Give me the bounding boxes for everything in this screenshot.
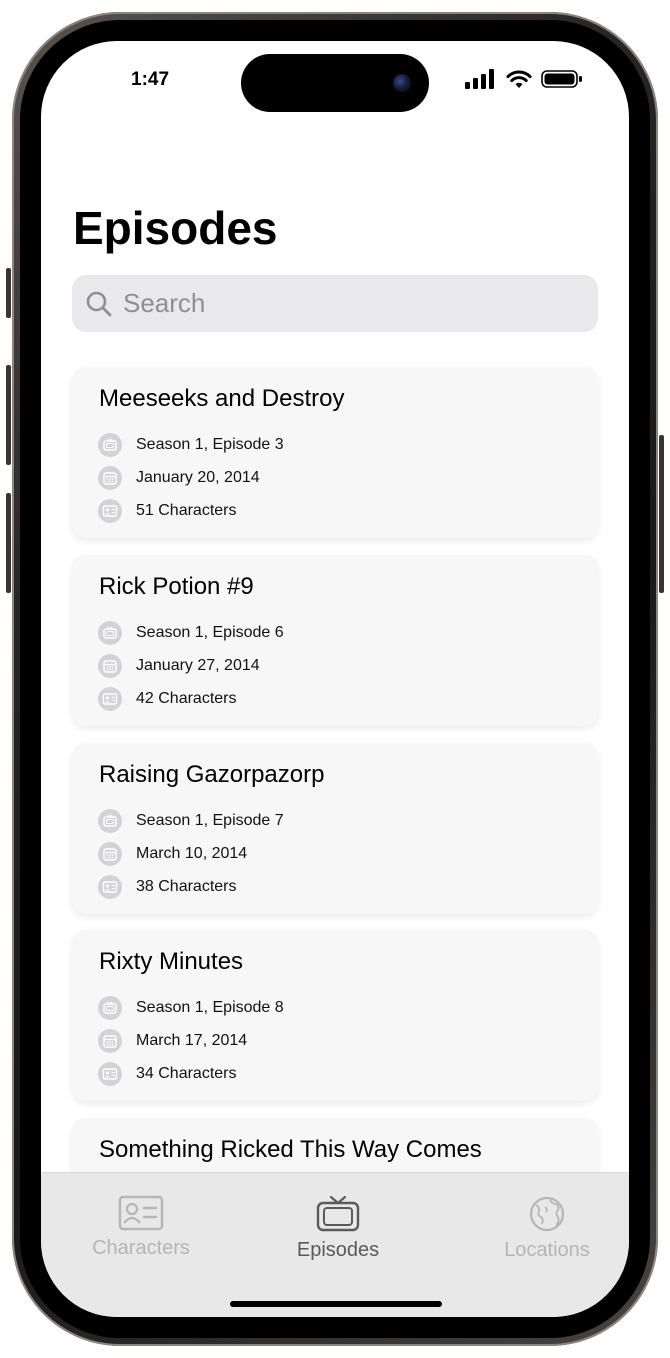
episode-title: Raising Gazorpazorp	[99, 761, 325, 788]
page-title: Episodes	[73, 202, 278, 254]
character-count: 42 Characters	[136, 690, 237, 707]
screen: 1:47 Episodes Meeseeks and Destroy	[41, 41, 629, 1317]
status-time: 1:47	[131, 69, 170, 90]
episode-number: Season 1, Episode 3	[136, 436, 284, 453]
tv-icon	[316, 1195, 360, 1232]
episode-title: Meeseeks and Destroy	[99, 385, 345, 412]
power-button	[659, 435, 664, 593]
tab-episodes[interactable]: Episodes	[253, 1195, 423, 1262]
episode-card[interactable]: Meeseeks and Destroy Season 1, Episode 3…	[72, 367, 598, 538]
character-count: 38 Characters	[136, 878, 237, 895]
search-input[interactable]	[121, 287, 565, 320]
air-date: January 20, 2014	[136, 469, 260, 486]
tab-label: Characters	[92, 1237, 190, 1259]
tab-label: Locations	[504, 1239, 590, 1261]
episode-number: Season 1, Episode 8	[136, 999, 284, 1016]
tv-icon	[98, 809, 122, 833]
episode-number-row: Season 1, Episode 6	[98, 621, 284, 645]
action-button	[6, 268, 11, 318]
person-card-icon	[98, 1062, 122, 1086]
character-count: 34 Characters	[136, 1065, 237, 1082]
calendar-icon	[98, 466, 122, 490]
air-date: March 10, 2014	[136, 845, 248, 862]
calendar-icon	[98, 842, 122, 866]
status-icons	[465, 69, 583, 89]
air-date: January 27, 2014	[136, 657, 260, 674]
volume-down-button	[6, 493, 11, 593]
character-count: 51 Characters	[136, 502, 237, 519]
volume-up-button	[6, 365, 11, 465]
tab-characters[interactable]: Characters	[56, 1195, 226, 1260]
episode-title: Rick Potion #9	[99, 573, 254, 600]
episode-number-row: Season 1, Episode 8	[98, 996, 284, 1020]
tab-bar: Characters Episodes Locations	[41, 1172, 629, 1317]
episode-number-row: Season 1, Episode 3	[98, 433, 284, 457]
tv-icon	[98, 621, 122, 645]
tv-icon	[98, 433, 122, 457]
character-count-row: 42 Characters	[98, 687, 237, 711]
battery-icon	[541, 70, 582, 88]
air-date-row: January 20, 2014	[98, 466, 260, 490]
cellular-signal-icon	[465, 69, 494, 89]
calendar-icon	[98, 1029, 122, 1053]
character-count-row: 34 Characters	[98, 1062, 237, 1086]
episode-number: Season 1, Episode 7	[136, 812, 284, 829]
globe-icon	[529, 1196, 565, 1232]
tab-locations[interactable]: Locations	[462, 1195, 629, 1262]
episode-card[interactable]: Rick Potion #9 Season 1, Episode 6 Janua…	[72, 555, 598, 726]
dynamic-island	[241, 54, 429, 112]
person-card-icon	[98, 687, 122, 711]
camera-icon	[393, 74, 411, 92]
air-date: March 17, 2014	[136, 1032, 248, 1049]
character-count-row: 38 Characters	[98, 875, 237, 899]
episode-title: Something Ricked This Way Comes	[99, 1136, 482, 1163]
episode-number-row: Season 1, Episode 7	[98, 809, 284, 833]
air-date-row: January 27, 2014	[98, 654, 260, 678]
person-card-icon	[98, 499, 122, 523]
tv-icon	[98, 996, 122, 1020]
tab-label: Episodes	[296, 1239, 380, 1261]
episode-title: Rixty Minutes	[99, 948, 244, 975]
air-date-row: March 17, 2014	[98, 1029, 247, 1053]
search-bar[interactable]	[72, 275, 598, 332]
search-icon	[86, 291, 112, 316]
character-count-row: 51 Characters	[98, 499, 237, 523]
person-card-icon	[98, 875, 122, 899]
air-date-row: March 10, 2014	[98, 842, 247, 866]
episode-card[interactable]: Raising Gazorpazorp Season 1, Episode 7 …	[72, 743, 598, 914]
person-card-icon	[118, 1195, 164, 1231]
episode-card[interactable]: Rixty Minutes Season 1, Episode 8 March …	[72, 930, 598, 1101]
episode-number: Season 1, Episode 6	[136, 624, 284, 641]
home-indicator[interactable]	[230, 1301, 442, 1307]
calendar-icon	[98, 654, 122, 678]
wifi-icon	[506, 70, 532, 88]
